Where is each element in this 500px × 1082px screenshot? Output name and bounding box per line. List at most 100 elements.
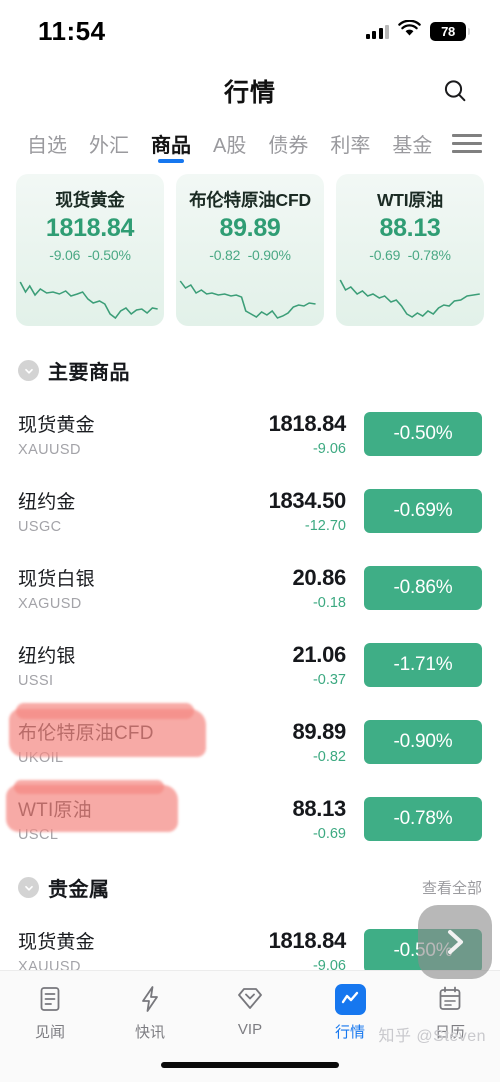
row-delta: -12.70 [304,517,346,534]
table-row[interactable]: 现货黄金 XAUUSD 1818.84 -9.06 -0.50% [0,395,500,472]
tab-waihui[interactable]: 外汇 [78,120,140,166]
calendar-icon [435,983,465,1015]
row-name: 现货黄金 [18,414,95,436]
row-price: 1834.50 [268,487,347,513]
row-values: 1834.50 -12.70 [228,488,364,534]
status-badge[interactable]: -0.69% [364,488,482,533]
card-price: 1818.84 [45,214,135,242]
nav-item-jianwen[interactable]: 见闻 [0,983,100,1042]
card-change-pct: -0.90% [247,247,291,263]
card-title: WTI原油 [376,190,444,210]
watermark: 知乎 @Steven [378,1028,486,1045]
card-price: 89.89 [219,214,281,242]
search-button[interactable] [438,74,472,108]
row-delta: -0.18 [312,594,346,611]
battery-icon: 78 [430,21,470,41]
instrument-list[interactable]: 主要商品 现货黄金 XAUUSD 1818.84 -9.06 -0.50% 纽约… [0,340,500,980]
app-screen: 11:54 78 行情 自选 外汇 商品 A股 债券 利率 基金 现货黄金 18… [0,0,500,1082]
table-row[interactable]: 布伦特原油CFD UKOIL 89.89 -0.82 -0.90% [0,703,500,780]
diamond-icon [234,983,266,1015]
row-name: 现货白银 [18,568,95,590]
status-time: 11:54 [38,15,106,46]
row-name: 纽约金 [18,491,76,513]
nav-label: 行情 [334,1024,365,1041]
row-price: 88.13 [292,795,346,821]
forward-nav-button[interactable] [418,905,492,979]
row-values: 1818.84 -9.06 [228,411,364,457]
card-wtiyuanyou[interactable]: WTI原油 88.13 -0.69 -0.78% [336,174,484,326]
row-price: 21.06 [292,641,346,667]
tab-zixuan[interactable]: 自选 [16,120,78,166]
row-delta: -9.06 [312,440,346,457]
row-price: 89.89 [292,718,346,744]
chevron-down-circle-icon[interactable] [18,877,39,898]
section-title: 贵金属 [48,879,110,901]
featured-cards: 现货黄金 1818.84 -9.06 -0.50% 布伦特原油CFD 89.89… [0,166,500,340]
tab-agu[interactable]: A股 [202,120,257,166]
row-delta: -0.82 [312,748,346,765]
chevron-right-icon [448,930,463,954]
view-all-link[interactable]: 查看全部 [422,877,482,898]
row-info: 布伦特原油CFD UKOIL [18,718,228,766]
row-delta: -0.69 [312,825,346,842]
row-values: 1818.84 -9.06 [228,928,364,974]
card-change-abs: -0.69 [369,247,401,263]
tab-lilv[interactable]: 利率 [319,120,381,166]
tab-zhaiquan[interactable]: 债券 [257,120,319,166]
line-chart-icon [334,983,366,1015]
nav-item-vip[interactable]: VIP [200,983,300,1038]
row-code: USCL [18,826,59,843]
row-name: 纽约银 [18,645,76,667]
page-title: 行情 [223,79,276,107]
row-info: 现货黄金 XAUUSD [18,410,228,458]
table-row[interactable]: 纽约银 USSI 21.06 -0.37 -1.71% [0,626,500,703]
status-badge[interactable]: -0.50% [364,411,482,456]
row-info: WTI原油 USCL [18,795,228,843]
status-badge[interactable]: -1.71% [364,642,482,687]
card-change-pct: -0.78% [407,247,451,263]
card-change-abs: -0.82 [209,247,241,263]
row-code: XAGUSD [18,595,82,612]
card-bulunteyuanyoucfd[interactable]: 布伦特原油CFD 89.89 -0.82 -0.90% [176,174,324,326]
row-name: 现货黄金 [18,931,95,953]
chevron-down-circle-icon[interactable] [18,360,39,381]
row-values: 21.06 -0.37 [228,642,364,688]
tab-shangpin[interactable]: 商品 [140,120,202,166]
tab-jijin[interactable]: 基金 [381,120,443,166]
lightning-bolt-icon [135,983,165,1015]
card-change: -0.82 -0.90% [176,247,324,263]
card-title: 现货黄金 [55,190,125,210]
row-info: 现货白银 XAGUSD [18,564,228,612]
card-price: 88.13 [379,214,441,242]
status-badge[interactable]: -0.90% [364,719,482,764]
row-info: 纽约银 USSI [18,641,228,689]
section-title: 主要商品 [48,362,130,384]
table-row[interactable]: WTI原油 USCL 88.13 -0.69 -0.78% [0,780,500,857]
section-header-guijinshu[interactable]: 贵金属 查看全部 [0,857,500,912]
row-delta: -0.37 [312,671,346,688]
search-icon [444,80,466,102]
row-price: 1818.84 [268,927,347,953]
row-code: USSI [18,672,54,689]
status-badge[interactable]: -0.78% [364,796,482,841]
card-sparkline [16,270,164,326]
cellular-signal-icon [365,24,389,39]
status-badge[interactable]: -0.86% [364,565,482,610]
row-info: 现货黄金 XAUUSD [18,927,228,975]
bottom-navigation: 见闻 快讯 VIP 行情 日历 知乎 @Steven [0,970,500,1082]
row-name: 布伦特原油CFD [18,722,154,744]
card-xianhuohuangjin[interactable]: 现货黄金 1818.84 -9.06 -0.50% [16,174,164,326]
section-header-zhuyaoshangpin[interactable]: 主要商品 [0,340,500,395]
row-code: USGC [18,518,62,535]
battery-level: 78 [441,23,455,39]
table-row[interactable]: 现货白银 XAGUSD 20.86 -0.18 -0.86% [0,549,500,626]
row-code: UKOIL [18,749,64,766]
table-row[interactable]: 纽约金 USGC 1834.50 -12.70 -0.69% [0,472,500,549]
card-change: -9.06 -0.50% [16,247,164,263]
row-values: 20.86 -0.18 [228,565,364,611]
hamburger-menu-icon[interactable] [452,133,482,153]
card-change-abs: -9.06 [49,247,81,263]
nav-label: 快讯 [134,1024,165,1041]
row-code: XAUUSD [18,441,81,458]
nav-item-kuaixun[interactable]: 快讯 [100,983,200,1042]
